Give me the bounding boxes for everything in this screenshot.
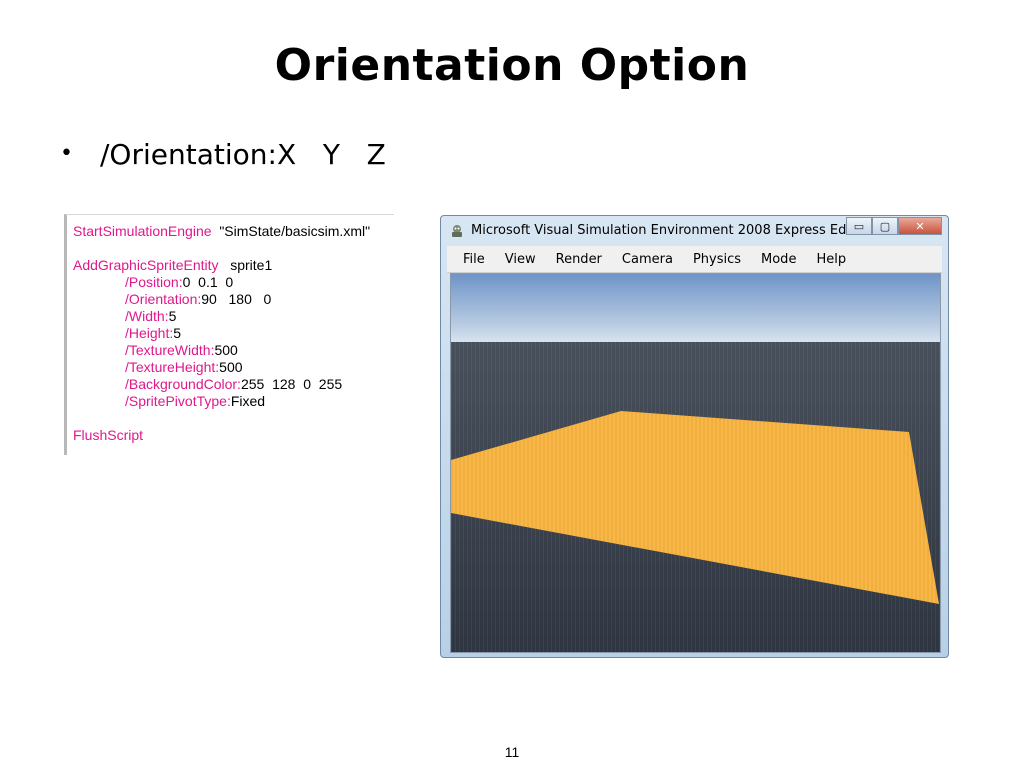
script-param: /TextureWidth:500	[73, 342, 370, 359]
maximize-button[interactable]: ▢	[872, 217, 898, 235]
script-param: /Orientation:90 180 0	[73, 291, 370, 308]
param-value: 500	[219, 359, 243, 375]
menu-file[interactable]: File	[463, 252, 485, 267]
menu-mode[interactable]: Mode	[761, 252, 796, 267]
script-param: /SpritePivotType:Fixed	[73, 393, 370, 410]
param-name: /Height:	[125, 325, 174, 341]
sky	[451, 274, 940, 342]
menu-camera[interactable]: Camera	[622, 252, 673, 267]
menu-render[interactable]: Render	[556, 252, 602, 267]
script-command: FlushScript	[73, 427, 144, 443]
window-controls: ▭ ▢ ✕	[846, 217, 942, 237]
param-value: Fixed	[230, 393, 266, 409]
script-line-start: StartSimulationEngine "SimState/basicsim…	[73, 223, 370, 240]
minimize-icon: ▭	[853, 219, 865, 233]
script-command: AddGraphicSpriteEntity	[73, 257, 219, 273]
script-argument: sprite1	[230, 257, 273, 273]
close-button[interactable]: ✕	[898, 217, 942, 235]
robot-app-icon	[449, 223, 465, 239]
script-param: /Width:5	[73, 308, 370, 325]
simulation-window: Microsoft Visual Simulation Environment …	[440, 215, 949, 658]
param-name: /Width:	[125, 308, 169, 324]
window-title: Microsoft Visual Simulation Environment …	[471, 223, 875, 238]
script-param: /BackgroundColor:255 128 0 255	[73, 376, 370, 393]
slide-title: Orientation Option	[274, 40, 750, 91]
page-number: 11	[504, 744, 520, 760]
param-value: 5	[168, 308, 177, 324]
maximize-icon: ▢	[879, 219, 891, 233]
param-value: 255 128 0 255	[240, 376, 343, 392]
scene-render	[451, 274, 940, 652]
close-icon: ✕	[915, 219, 925, 233]
param-value: 5	[173, 325, 182, 341]
script-line-add-sprite: AddGraphicSpriteEntity sprite1	[73, 257, 370, 274]
menu-view[interactable]: View	[505, 252, 536, 267]
simulation-viewport[interactable]	[450, 273, 941, 653]
bullet-symbol: •	[60, 141, 73, 166]
menu-bar: File View Render Camera Physics Mode Hel…	[447, 246, 942, 273]
param-name: /TextureWidth:	[125, 342, 215, 358]
bullet-item: • /Orientation:X Y Z	[60, 138, 386, 171]
param-value: 500	[214, 342, 238, 358]
script-command: StartSimulationEngine	[73, 223, 212, 239]
param-name: /SpritePivotType:	[125, 393, 231, 409]
param-value: 90 180 0	[201, 291, 272, 307]
script-argument: "SimState/basicsim.xml"	[219, 223, 371, 239]
script-panel: StartSimulationEngine "SimState/basicsim…	[64, 214, 394, 455]
param-name: /Position:	[125, 274, 183, 290]
param-name: /Orientation:	[125, 291, 202, 307]
script-param: /Position:0 0.1 0	[73, 274, 370, 291]
bullet-text: /Orientation:X Y Z	[100, 138, 386, 171]
param-name: /TextureHeight:	[125, 359, 220, 375]
script-param: /TextureHeight:500	[73, 359, 370, 376]
script-line-flush: FlushScript	[73, 427, 370, 444]
param-value: 0 0.1 0	[182, 274, 234, 290]
menu-physics[interactable]: Physics	[693, 252, 741, 267]
window-titlebar[interactable]: Microsoft Visual Simulation Environment …	[441, 216, 948, 246]
script-param: /Height:5	[73, 325, 370, 342]
minimize-button[interactable]: ▭	[846, 217, 872, 235]
menu-help[interactable]: Help	[816, 252, 846, 267]
param-name: /BackgroundColor:	[125, 376, 241, 392]
